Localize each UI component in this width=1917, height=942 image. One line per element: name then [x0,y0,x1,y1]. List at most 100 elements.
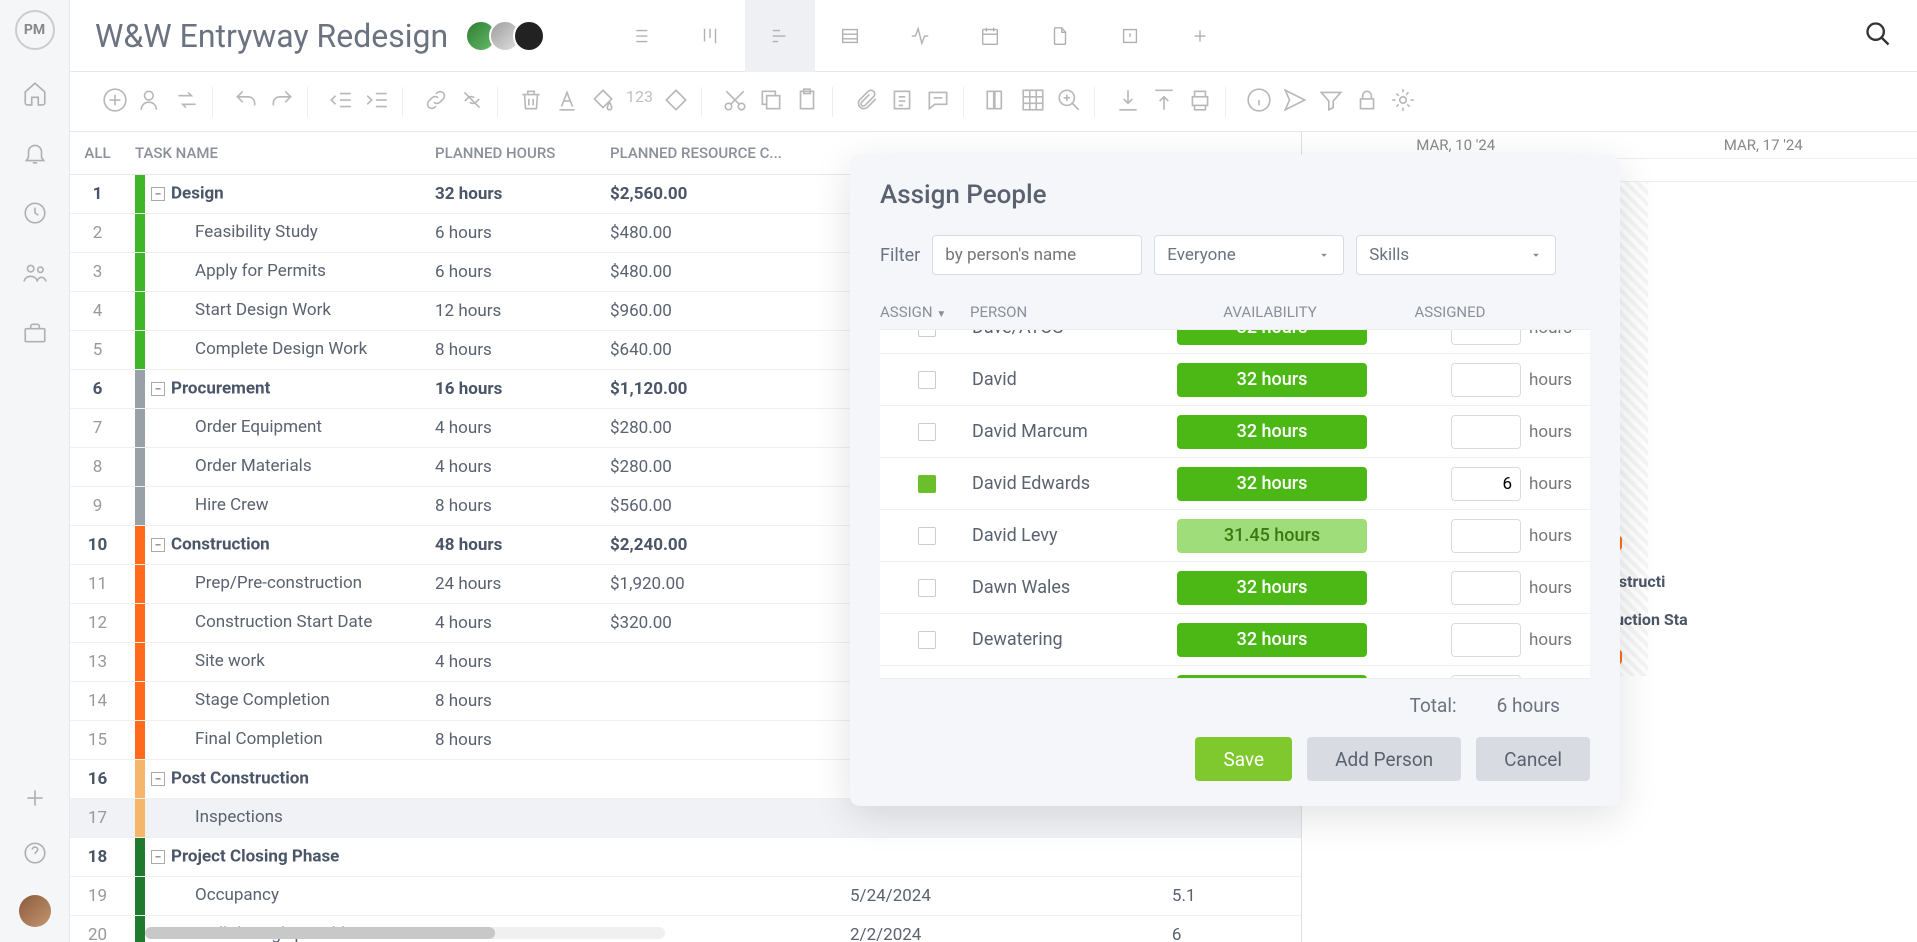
assigned-hours-input[interactable] [1451,329,1521,345]
tab-sheet[interactable] [815,0,885,72]
task-row[interactable]: 18 −Project Closing Phase [70,838,1301,877]
plus-icon[interactable] [22,785,48,815]
print-icon[interactable] [1187,87,1213,117]
undo-icon[interactable] [233,87,259,117]
delete-icon[interactable] [518,87,544,117]
cut-icon[interactable] [722,87,748,117]
assigned-hours-input[interactable] [1451,675,1521,680]
unlink-icon[interactable] [459,87,485,117]
add-person-button[interactable]: Add Person [1307,737,1461,781]
note-icon[interactable] [889,87,915,117]
link-icon[interactable] [423,87,449,117]
milestone-icon[interactable] [663,87,689,117]
tab-calendar[interactable] [955,0,1025,72]
assign-checkbox[interactable] [918,527,936,545]
clock-icon[interactable] [22,200,48,230]
info-icon[interactable] [1246,87,1272,117]
redo-icon[interactable] [269,87,295,117]
attach-icon[interactable] [853,87,879,117]
bell-icon[interactable] [22,140,48,170]
indent-icon[interactable] [364,87,390,117]
filter-icon[interactable] [1318,87,1344,117]
paste-icon[interactable] [794,87,820,117]
copy-icon[interactable] [758,87,784,117]
tab-status[interactable] [885,0,955,72]
add-task-icon[interactable] [102,87,128,117]
assign-icon[interactable] [138,87,164,117]
fill-icon[interactable] [590,87,616,117]
people-icon[interactable] [22,260,48,290]
swap-icon[interactable] [174,87,200,117]
tab-file[interactable] [1025,0,1095,72]
assigned-hours-input[interactable] [1451,571,1521,605]
col-task-name[interactable]: TASK NAME [125,132,425,175]
collapse-icon[interactable]: − [151,850,165,864]
col-planned-cost[interactable]: PLANNED RESOURCE C... [600,132,840,175]
import-icon[interactable] [1115,87,1141,117]
h-scrollbar[interactable] [145,927,665,939]
col-planned-hours[interactable]: PLANNED HOURS [425,132,600,175]
briefcase-icon[interactable] [22,320,48,350]
help-icon[interactable] [22,840,48,870]
tab-gantt[interactable] [745,0,815,72]
assigned-hours-input[interactable] [1451,467,1521,501]
collapse-icon[interactable]: − [151,187,165,201]
search-icon[interactable] [1864,20,1892,52]
assign-checkbox[interactable] [918,579,936,597]
assign-people-modal: Assign People Filter Everyone Skills ASS… [850,155,1620,806]
export-icon[interactable] [1151,87,1177,117]
assigned-hours-input[interactable] [1451,415,1521,449]
hdr-person[interactable]: PERSON [970,303,1170,321]
availability-badge: 32 hours [1177,623,1367,657]
hdr-assigned[interactable]: ASSIGNED [1370,303,1530,321]
collapse-icon[interactable]: − [151,382,165,396]
person-name: David Marcum [972,421,1172,442]
person-name: Dewatering [972,629,1172,650]
collapse-icon[interactable]: − [151,772,165,786]
hdr-availability[interactable]: AVAILABILITY [1170,303,1370,321]
outdent-icon[interactable] [328,87,354,117]
collapse-icon[interactable]: − [151,538,165,552]
cancel-button[interactable]: Cancel [1476,737,1590,781]
tab-risk[interactable] [1095,0,1165,72]
text-color-icon[interactable] [554,87,580,117]
settings-icon[interactable] [1390,87,1416,117]
tab-add[interactable] [1165,0,1235,72]
tab-list[interactable] [605,0,675,72]
send-icon[interactable] [1282,87,1308,117]
assign-checkbox[interactable] [918,329,936,337]
col-all[interactable]: ALL [70,132,125,175]
grid-icon[interactable] [1020,87,1046,117]
person-row: Dewatering 32 hours hours [880,614,1590,666]
availability-badge: 32 hours [1177,571,1367,605]
filter-name-input[interactable] [932,235,1142,275]
tab-board[interactable] [675,0,745,72]
zoom-icon[interactable] [1056,87,1082,117]
user-avatar[interactable] [19,895,51,927]
availability-badge: 32 hours [1177,675,1367,680]
lock-icon[interactable] [1354,87,1380,117]
number-format-icon[interactable]: 123 [626,87,653,117]
hdr-assign[interactable]: ASSIGN ▼ [880,303,970,321]
assign-checkbox[interactable] [918,631,936,649]
task-row[interactable]: 19 Occupancy 5/24/2024 5.1 [70,877,1301,916]
home-icon[interactable] [22,80,48,110]
columns-icon[interactable] [984,87,1010,117]
comment-icon[interactable] [925,87,951,117]
person-name: Dave/ATOS [972,329,1172,338]
app-logo[interactable]: PM [15,10,55,50]
assignee-avatars[interactable] [473,20,545,52]
assign-checkbox[interactable] [918,423,936,441]
assigned-hours-input[interactable] [1451,363,1521,397]
availability-badge: 32 hours [1177,467,1367,501]
assigned-hours-input[interactable] [1451,623,1521,657]
save-button[interactable]: Save [1195,737,1292,781]
assign-checkbox[interactable] [918,371,936,389]
filter-skills-select[interactable]: Skills [1356,235,1556,275]
availability-badge: 32 hours [1177,415,1367,449]
total-label: Total: [1410,694,1457,717]
filter-everyone-select[interactable]: Everyone [1154,235,1344,275]
assign-checkbox[interactable] [918,475,936,493]
project-title: W&W Entryway Redesign [95,17,448,55]
assigned-hours-input[interactable] [1451,519,1521,553]
